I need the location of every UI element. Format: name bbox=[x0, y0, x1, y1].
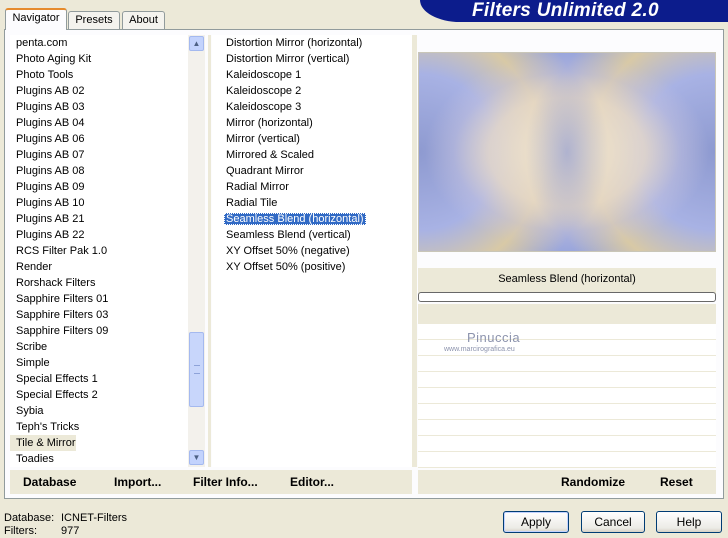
progress-bar bbox=[418, 292, 716, 302]
watermark-url: www.marcirografica.eu bbox=[444, 346, 515, 353]
category-item[interactable]: Plugins AB 06 bbox=[10, 131, 188, 147]
tab-presets[interactable]: Presets bbox=[68, 11, 120, 29]
database-button[interactable]: Database bbox=[23, 470, 76, 494]
category-item[interactable]: Photo Tools bbox=[10, 67, 188, 83]
category-list[interactable]: penta.com Photo Aging Kit Photo Tools Plugi… bbox=[10, 35, 188, 467]
filter-item[interactable]: Seamless Blend (horizontal) bbox=[212, 211, 412, 227]
filter-item[interactable]: XY Offset 50% (positive) bbox=[212, 259, 412, 275]
filter-item-label: Mirror (horizontal) bbox=[226, 117, 313, 129]
category-item[interactable]: Teph's Tricks bbox=[10, 419, 188, 435]
category-item[interactable]: Plugins AB 09 bbox=[10, 179, 188, 195]
filter-item[interactable]: Radial Mirror bbox=[212, 179, 412, 195]
filter-item-label: Seamless Blend (vertical) bbox=[226, 229, 351, 241]
filter-item-label: Radial Tile bbox=[226, 197, 278, 209]
category-item[interactable]: penta.com bbox=[10, 35, 188, 51]
tab-about[interactable]: About bbox=[122, 11, 165, 29]
database-value: ICNET-Filters bbox=[61, 512, 127, 524]
category-item[interactable]: Plugins AB 08 bbox=[10, 163, 188, 179]
category-item[interactable]: Photo Aging Kit bbox=[10, 51, 188, 67]
scroll-down-icon[interactable]: ▼ bbox=[189, 450, 204, 465]
category-item[interactable]: Toadies bbox=[10, 451, 188, 467]
filter-item[interactable]: Mirrored & Scaled bbox=[212, 147, 412, 163]
filter-list[interactable]: Distortion Mirror (horizontal) Distortion… bbox=[212, 35, 412, 467]
category-item[interactable]: RCS Filter Pak 1.0 bbox=[10, 243, 188, 259]
filter-item[interactable]: Kaleidoscope 1 bbox=[212, 67, 412, 83]
category-item[interactable]: Tile & Mirror bbox=[10, 435, 76, 451]
filter-item-label: Distortion Mirror (horizontal) bbox=[226, 37, 363, 49]
filter-item[interactable]: XY Offset 50% (negative) bbox=[212, 243, 412, 259]
category-item[interactable]: Plugins AB 04 bbox=[10, 115, 188, 131]
category-item[interactable]: Plugins AB 03 bbox=[10, 99, 188, 115]
filter-item-label: XY Offset 50% (negative) bbox=[226, 245, 350, 257]
editor-button[interactable]: Editor... bbox=[290, 470, 334, 494]
filter-preview-image bbox=[418, 52, 716, 252]
tab-navigator[interactable]: Navigator bbox=[5, 8, 67, 30]
app-title-banner: Filters Unlimited 2.0 bbox=[420, 0, 728, 22]
category-item[interactable]: Render bbox=[10, 259, 188, 275]
cancel-button[interactable]: Cancel bbox=[581, 511, 645, 533]
category-item[interactable]: Plugins AB 10 bbox=[10, 195, 188, 211]
filter-item[interactable]: Quadrant Mirror bbox=[212, 163, 412, 179]
filter-item-label: Mirrored & Scaled bbox=[226, 149, 315, 161]
filter-item[interactable]: Distortion Mirror (vertical) bbox=[212, 51, 412, 67]
filter-info-button[interactable]: Filter Info... bbox=[193, 470, 258, 494]
category-item[interactable]: Sapphire Filters 03 bbox=[10, 307, 188, 323]
category-item[interactable]: Sybia bbox=[10, 403, 188, 419]
category-scrollbar[interactable]: ▲ ▼ bbox=[188, 35, 205, 467]
divider bbox=[412, 35, 417, 467]
filter-item[interactable]: Radial Tile bbox=[212, 195, 412, 211]
category-item[interactable]: Sapphire Filters 01 bbox=[10, 291, 188, 307]
help-button[interactable]: Help bbox=[656, 511, 722, 533]
category-item[interactable]: Special Effects 2 bbox=[10, 387, 188, 403]
category-item[interactable]: Plugins AB 22 bbox=[10, 227, 188, 243]
parameter-header bbox=[418, 304, 716, 324]
grip-icon bbox=[194, 365, 200, 374]
randomize-button[interactable]: Randomize bbox=[561, 470, 625, 494]
category-item[interactable]: Special Effects 1 bbox=[10, 371, 188, 387]
filter-item-label: Quadrant Mirror bbox=[226, 165, 304, 177]
filter-item[interactable]: Mirror (vertical) bbox=[212, 131, 412, 147]
filter-item-label: Kaleidoscope 3 bbox=[226, 101, 302, 113]
category-item[interactable]: Plugins AB 02 bbox=[10, 83, 188, 99]
category-item[interactable]: Rorshack Filters bbox=[10, 275, 188, 291]
reset-button[interactable]: Reset bbox=[660, 470, 693, 494]
preview-filter-name: Seamless Blend (horizontal) bbox=[498, 273, 636, 285]
scroll-up-icon[interactable]: ▲ bbox=[189, 36, 204, 51]
category-item[interactable]: Sapphire Filters 09 bbox=[10, 323, 188, 339]
apply-button[interactable]: Apply bbox=[503, 511, 569, 533]
filter-item-label: Kaleidoscope 2 bbox=[226, 85, 302, 97]
category-item[interactable]: Scribe bbox=[10, 339, 188, 355]
category-item[interactable]: Plugins AB 21 bbox=[10, 211, 188, 227]
filter-item-label: XY Offset 50% (positive) bbox=[226, 261, 346, 273]
divider bbox=[208, 35, 211, 467]
watermark-name: Pinuccia bbox=[467, 330, 521, 345]
filter-item-label: Mirror (vertical) bbox=[226, 133, 300, 145]
filter-item-label: Radial Mirror bbox=[226, 181, 289, 193]
import-button[interactable]: Import... bbox=[114, 470, 161, 494]
category-item[interactable]: Plugins AB 07 bbox=[10, 147, 188, 163]
filter-item[interactable]: Distortion Mirror (horizontal) bbox=[212, 35, 412, 51]
filters-label: Filters: bbox=[4, 525, 37, 537]
database-label: Database: bbox=[4, 512, 55, 524]
filters-count: 977 bbox=[61, 525, 80, 537]
category-item[interactable]: Simple bbox=[10, 355, 188, 371]
filter-item[interactable]: Mirror (horizontal) bbox=[212, 115, 412, 131]
filter-item[interactable]: Kaleidoscope 3 bbox=[212, 99, 412, 115]
filter-item-label: Kaleidoscope 1 bbox=[226, 69, 302, 81]
filter-item[interactable]: Kaleidoscope 2 bbox=[212, 83, 412, 99]
filter-item-label: Distortion Mirror (vertical) bbox=[226, 53, 350, 65]
scroll-thumb[interactable] bbox=[189, 332, 204, 407]
filter-item-label: Seamless Blend (horizontal) bbox=[224, 213, 366, 225]
filter-item[interactable]: Seamless Blend (vertical) bbox=[212, 227, 412, 243]
